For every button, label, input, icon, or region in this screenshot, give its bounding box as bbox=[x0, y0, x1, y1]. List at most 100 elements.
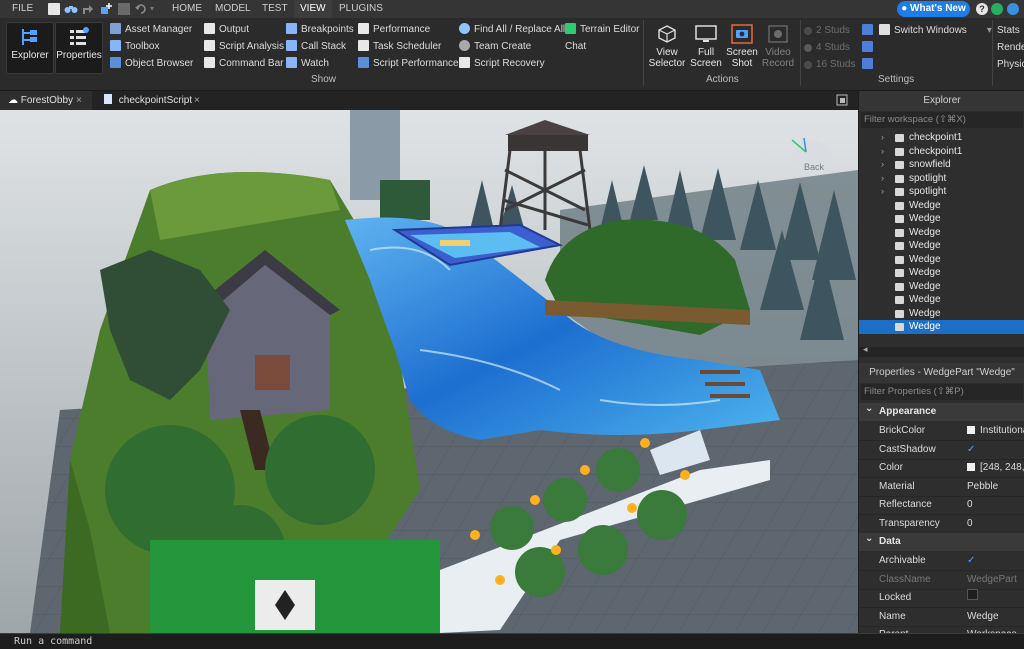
grid-toggle[interactable] bbox=[862, 23, 877, 39]
filter-workspace-input[interactable]: Filter workspace (⇧⌘X) bbox=[861, 112, 1023, 128]
chevron-right-icon[interactable]: › bbox=[881, 131, 884, 145]
property-value[interactable]: Institutiona bbox=[967, 422, 1024, 440]
share-settings-icon[interactable] bbox=[1007, 3, 1019, 15]
add-part-icon[interactable] bbox=[100, 3, 112, 15]
tab-checkpointscript[interactable]: checkpointScript × bbox=[96, 91, 208, 110]
property-value[interactable] bbox=[967, 589, 978, 607]
chevron-left-icon[interactable]: ◂ bbox=[863, 344, 868, 355]
chevron-right-icon[interactable]: › bbox=[881, 158, 884, 172]
explorer-item[interactable]: Wedge bbox=[859, 266, 1024, 280]
ui-toggle[interactable] bbox=[862, 57, 877, 73]
property-row[interactable]: Reflectance 0 bbox=[859, 496, 1024, 515]
property-row[interactable]: Color [248, 248, 2 bbox=[859, 459, 1024, 478]
explorer-item[interactable]: Wedge bbox=[859, 212, 1024, 226]
wireframe-toggle[interactable] bbox=[862, 40, 877, 56]
explorer-button[interactable]: Explorer bbox=[6, 22, 54, 74]
explorer-item[interactable]: Wedge bbox=[859, 253, 1024, 267]
menu-file[interactable]: FILE bbox=[12, 0, 33, 18]
help-icon[interactable]: ? bbox=[976, 3, 988, 15]
property-row[interactable]: Parent Workspace bbox=[859, 626, 1024, 633]
viewport-restore-icon[interactable] bbox=[836, 91, 850, 110]
video-record-button[interactable]: Video Record bbox=[760, 22, 796, 72]
property-row[interactable]: ClassName WedgePart bbox=[859, 571, 1024, 590]
object-browser-button[interactable]: Object Browser bbox=[110, 56, 193, 72]
explorer-item[interactable]: › checkpoint1 bbox=[859, 145, 1024, 159]
property-value[interactable]: Workspace bbox=[967, 626, 1017, 633]
studs-16-radio[interactable]: 16 Studs bbox=[804, 57, 855, 73]
close-icon[interactable]: × bbox=[194, 91, 200, 110]
tab-home[interactable]: HOME bbox=[172, 0, 202, 18]
new-file-icon[interactable] bbox=[48, 3, 60, 15]
team-create-button[interactable]: Team Create bbox=[459, 39, 531, 55]
explorer-item[interactable]: › snowfield bbox=[859, 158, 1024, 172]
breakpoints-button[interactable]: Breakpoints bbox=[286, 22, 354, 38]
tab-model[interactable]: MODEL bbox=[215, 0, 251, 18]
explorer-item[interactable]: Wedge bbox=[859, 307, 1024, 321]
explorer-scrollbar[interactable]: ◂ bbox=[859, 344, 1024, 357]
property-section-header[interactable]: ⌄ Appearance bbox=[859, 403, 1024, 421]
property-value[interactable]: Pebble bbox=[967, 478, 998, 496]
property-value[interactable]: 0 bbox=[967, 496, 973, 514]
property-section-header[interactable]: ⌄ Data bbox=[859, 533, 1024, 551]
tab-view[interactable]: VIEW bbox=[294, 0, 332, 20]
script-recovery-button[interactable]: Script Recovery bbox=[459, 56, 545, 72]
toolbox-button[interactable]: Toolbox bbox=[110, 39, 159, 55]
switch-windows-button[interactable]: Switch Windows ▾ bbox=[879, 23, 992, 39]
screenshot-button[interactable]: Screen Shot bbox=[724, 22, 760, 72]
chevron-down-icon[interactable]: ▾ bbox=[150, 3, 162, 15]
property-value[interactable]: ✓ bbox=[967, 441, 975, 459]
explorer-item[interactable]: Wedge bbox=[859, 293, 1024, 307]
property-value[interactable]: WedgePart bbox=[967, 571, 1017, 589]
checkbox[interactable] bbox=[967, 589, 978, 600]
property-row[interactable]: BrickColor Institutiona bbox=[859, 422, 1024, 441]
checkmark-icon[interactable]: ✓ bbox=[967, 441, 975, 459]
binoculars-icon[interactable] bbox=[64, 3, 78, 15]
command-bar-button[interactable]: Command Bar bbox=[204, 56, 283, 72]
explorer-item[interactable]: Wedge bbox=[859, 239, 1024, 253]
property-row[interactable]: Material Pebble bbox=[859, 478, 1024, 497]
output-button[interactable]: Output bbox=[204, 22, 249, 38]
find-all-button[interactable]: Find All / Replace All bbox=[459, 22, 565, 38]
chat-button[interactable]: Chat bbox=[565, 39, 586, 55]
property-value[interactable]: ✓ bbox=[967, 552, 975, 570]
explorer-item[interactable]: Wedge bbox=[859, 226, 1024, 240]
property-value[interactable]: 0 bbox=[967, 515, 973, 533]
chevron-right-icon[interactable]: › bbox=[881, 145, 884, 159]
studs-4-radio[interactable]: 4 Studs bbox=[804, 40, 850, 56]
color-swatch[interactable] bbox=[967, 463, 975, 471]
explorer-item[interactable]: Wedge bbox=[859, 320, 1024, 334]
physics-button[interactable]: Physic bbox=[997, 57, 1024, 73]
command-bar[interactable]: Run a command bbox=[0, 633, 1024, 649]
property-row[interactable]: Transparency 0 bbox=[859, 515, 1024, 534]
explorer-item[interactable]: Wedge bbox=[859, 280, 1024, 294]
script-analysis-button[interactable]: Script Analysis bbox=[204, 39, 284, 55]
watch-button[interactable]: Watch bbox=[286, 56, 329, 72]
performance-button[interactable]: Performance bbox=[358, 22, 430, 38]
view-cube[interactable]: Back bbox=[784, 132, 832, 180]
terrain-editor-button[interactable]: Terrain Editor bbox=[565, 22, 639, 38]
explorer-item[interactable]: › spotlight bbox=[859, 172, 1024, 186]
full-screen-button[interactable]: Full Screen bbox=[688, 22, 724, 72]
filter-properties-input[interactable]: Filter Properties (⇧⌘P) bbox=[861, 384, 1023, 400]
property-value[interactable]: [248, 248, 2 bbox=[967, 459, 1024, 477]
share-icon[interactable] bbox=[82, 3, 94, 15]
explorer-item[interactable]: › spotlight bbox=[859, 185, 1024, 199]
chevron-right-icon[interactable]: › bbox=[881, 185, 884, 199]
checkmark-icon[interactable]: ✓ bbox=[967, 552, 975, 570]
properties-button[interactable]: Properties bbox=[55, 22, 103, 74]
stop-icon[interactable] bbox=[118, 3, 130, 15]
property-row[interactable]: Locked bbox=[859, 589, 1024, 608]
tab-forestobby[interactable]: ☁ ForestObby × bbox=[0, 91, 92, 110]
call-stack-button[interactable]: Call Stack bbox=[286, 39, 346, 55]
property-row[interactable]: CastShadow ✓ bbox=[859, 441, 1024, 460]
tab-test[interactable]: TEST bbox=[262, 0, 288, 18]
close-icon[interactable]: × bbox=[76, 91, 82, 110]
task-scheduler-button[interactable]: Task Scheduler bbox=[358, 39, 441, 55]
property-value[interactable]: Wedge bbox=[967, 608, 999, 626]
explorer-item[interactable]: Wedge bbox=[859, 199, 1024, 213]
view-selector-button[interactable]: View Selector bbox=[648, 22, 686, 72]
whats-new-button[interactable]: ● What's New bbox=[897, 1, 970, 17]
command-input[interactable]: Run a command bbox=[14, 634, 92, 649]
asset-manager-button[interactable]: Asset Manager bbox=[110, 22, 192, 38]
script-performance-button[interactable]: Script Performance bbox=[358, 56, 459, 72]
